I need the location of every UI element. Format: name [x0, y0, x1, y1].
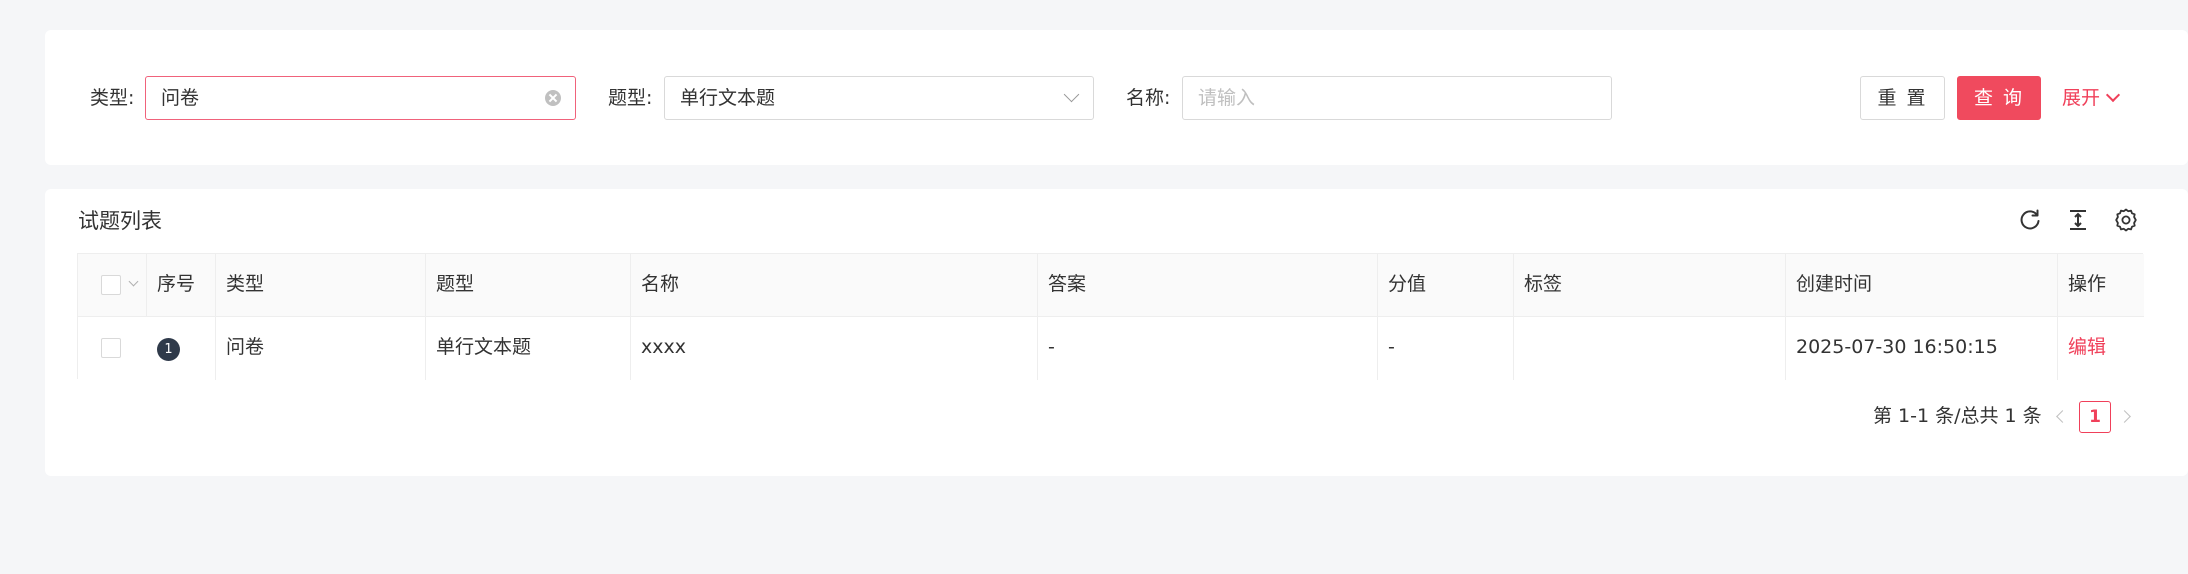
name-filter-label: 名称: [1126, 87, 1171, 109]
row-name: xxxx [630, 317, 1037, 380]
density-icon[interactable] [2065, 207, 2091, 233]
column-header-type: 类型 [215, 254, 425, 316]
expand-label: 展开 [2062, 87, 2101, 109]
clear-icon[interactable] [545, 90, 561, 106]
chevron-down-icon[interactable] [128, 276, 139, 287]
column-header-answer: 答案 [1037, 254, 1377, 316]
type-filter-input[interactable]: 问卷 [145, 76, 576, 120]
row-index-cell: 1 [146, 317, 215, 380]
column-header-question-type: 题型 [425, 254, 630, 316]
select-all-checkbox[interactable] [101, 275, 121, 295]
chevron-down-icon [1063, 86, 1080, 103]
column-header-name: 名称 [630, 254, 1037, 316]
list-title: 试题列表 [78, 209, 162, 233]
column-header-created-at: 创建时间 [1785, 254, 2057, 316]
row-created-at: 2025-07-30 16:50:15 [1785, 317, 2057, 380]
settings-icon[interactable] [2113, 207, 2139, 233]
chevron-down-icon [2105, 87, 2121, 103]
table-row: 1 问卷 单行文本题 xxxx - - 2025-07-30 16:50:15 … [78, 317, 2144, 380]
row-question-type: 单行文本题 [425, 317, 630, 380]
question-type-value: 单行文本题 [680, 87, 776, 109]
column-header-index: 序号 [146, 254, 215, 316]
row-score: - [1377, 317, 1513, 380]
type-filter-label: 类型: [90, 87, 135, 109]
column-header-actions: 操作 [2057, 254, 2144, 316]
type-filter-value: 问卷 [161, 87, 200, 109]
column-header-score: 分值 [1377, 254, 1513, 316]
reset-button[interactable]: 重 置 [1860, 76, 1945, 120]
pagination-summary: 第 1-1 条/总共 1 条 [1873, 405, 2042, 427]
page-button-1[interactable]: 1 [2079, 401, 2111, 433]
row-answer: - [1037, 317, 1377, 380]
row-tags [1513, 317, 1785, 380]
row-checkbox[interactable] [101, 338, 121, 358]
row-actions-cell: 编辑 [2057, 317, 2144, 380]
select-all-cell [78, 254, 146, 316]
query-button[interactable]: 查 询 [1957, 76, 2041, 120]
edit-link[interactable]: 编辑 [2068, 336, 2106, 358]
name-filter-placeholder: 请输入 [1198, 87, 1256, 109]
question-type-select[interactable]: 单行文本题 [664, 76, 1094, 120]
refresh-icon[interactable] [2017, 207, 2043, 233]
column-header-tags: 标签 [1513, 254, 1785, 316]
row-type: 问卷 [215, 317, 425, 380]
row-index-badge: 1 [157, 338, 180, 361]
name-filter-input[interactable]: 请输入 [1182, 76, 1612, 120]
expand-link[interactable]: 展开 [2062, 86, 2121, 110]
table-header-row: 序号 类型 题型 名称 答案 分值 标签 创建时间 操作 [78, 254, 2144, 317]
row-select-cell [78, 317, 146, 380]
question-type-filter-label: 题型: [608, 87, 653, 109]
question-table: 序号 类型 题型 名称 答案 分值 标签 创建时间 操作 1 问卷 单行文本题 … [77, 253, 2144, 380]
